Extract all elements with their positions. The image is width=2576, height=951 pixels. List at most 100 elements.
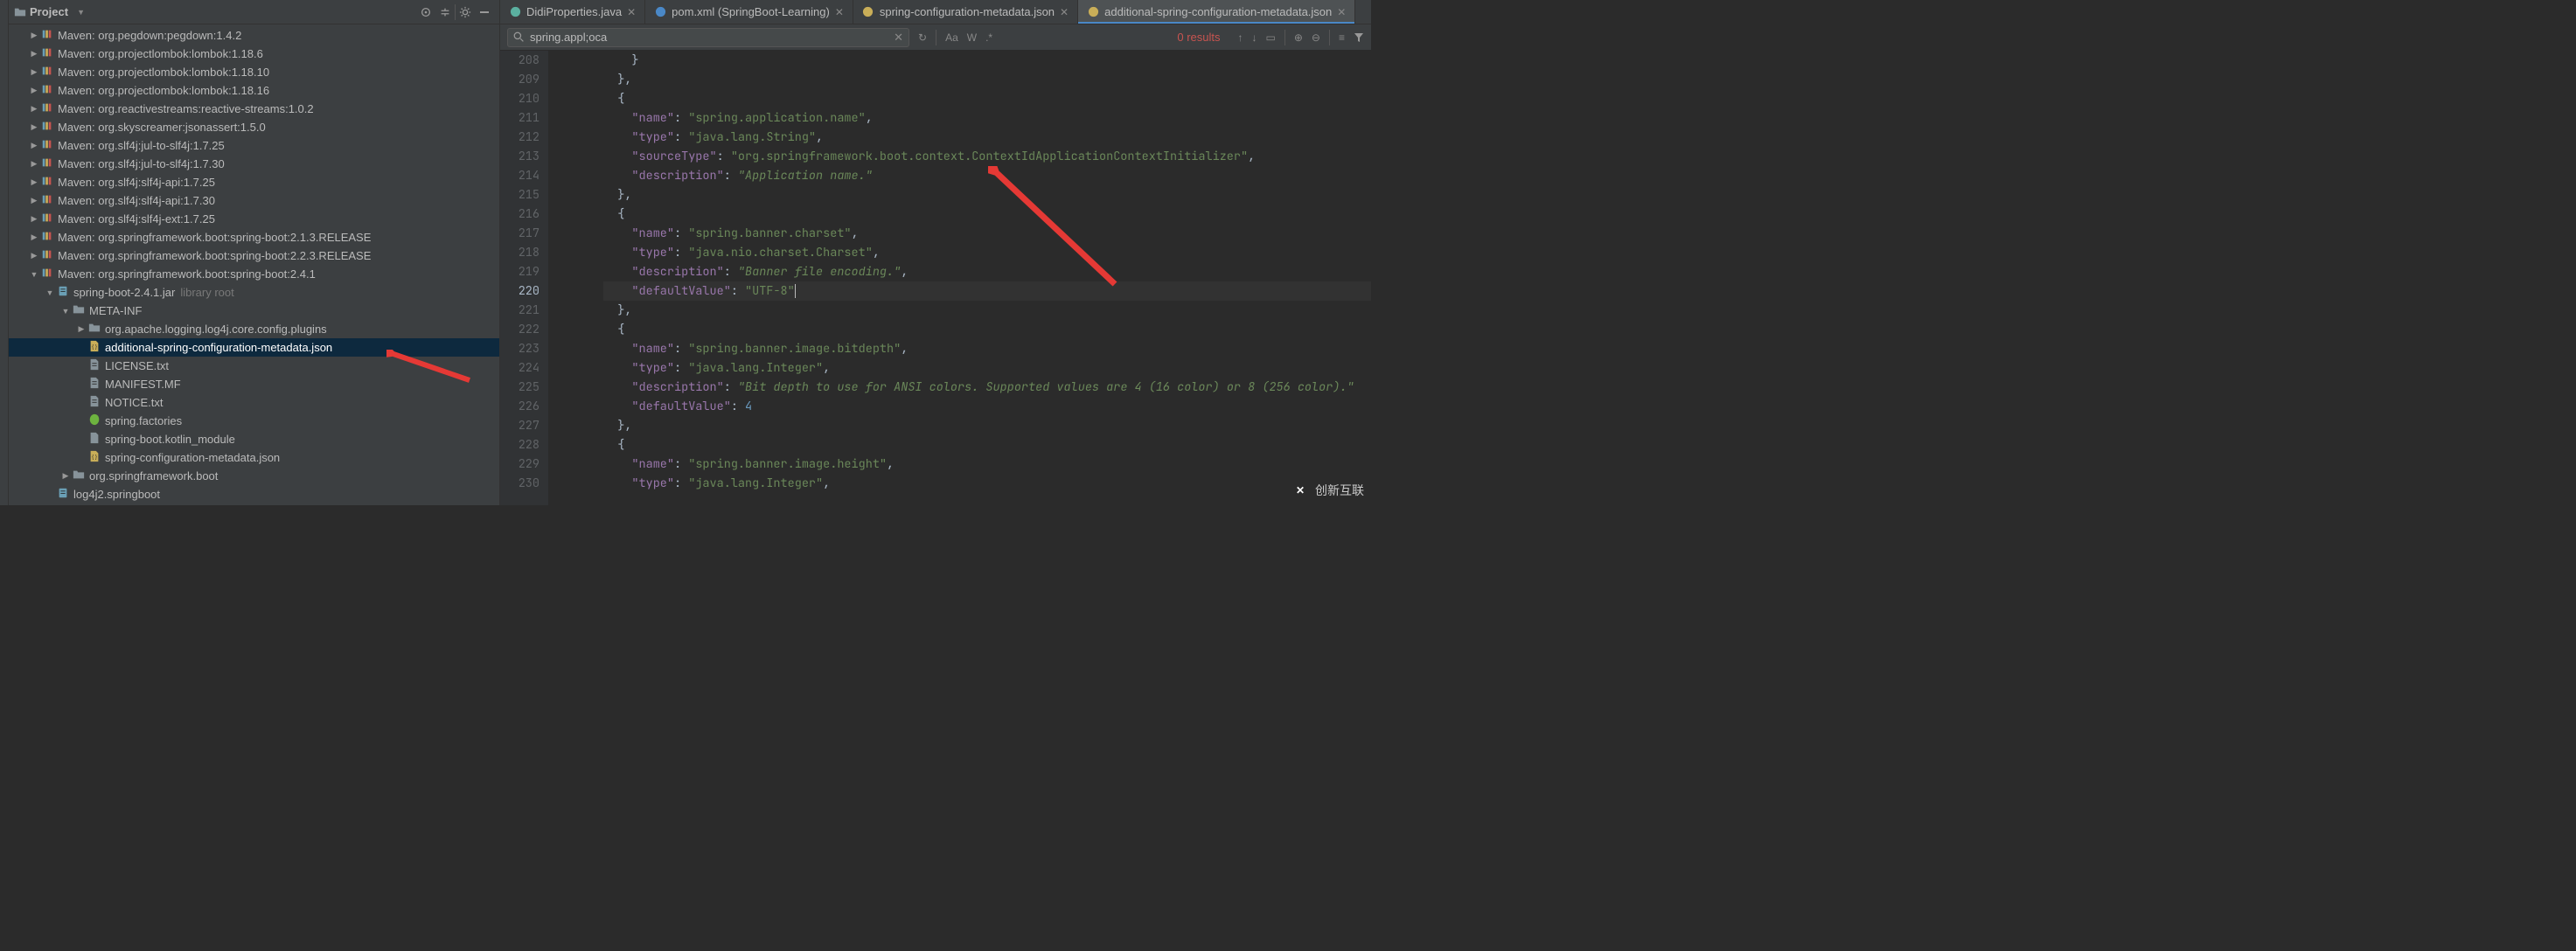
tree-item[interactable]: ▶Maven: org.pegdown:pegdown:1.4.2 xyxy=(9,26,499,45)
code-line[interactable]: }, xyxy=(603,416,1371,435)
tree-item[interactable]: spring.factories xyxy=(9,412,499,430)
close-tab-icon[interactable]: ✕ xyxy=(627,6,636,18)
code-line[interactable]: "type": "java.lang.Integer", xyxy=(603,358,1371,378)
expand-arrow-icon[interactable]: ▶ xyxy=(28,49,40,59)
tree-item[interactable]: ▶Maven: org.reactivestreams:reactive-str… xyxy=(9,100,499,118)
tree-item[interactable]: ▶Maven: org.slf4j:slf4j-api:1.7.25 xyxy=(9,173,499,191)
next-match-icon[interactable]: ↓ xyxy=(1252,31,1257,44)
tree-label: Maven: org.slf4j:jul-to-slf4j:1.7.25 xyxy=(58,139,225,152)
filter-icon[interactable] xyxy=(1354,32,1364,43)
tree-item[interactable]: ▶ Maven: org.slf4j:jul-to-slf4j:1.7.25 xyxy=(9,136,499,155)
tree-item[interactable]: ▶Maven: org.slf4j:slf4j-ext:1.7.25 xyxy=(9,210,499,228)
close-tab-icon[interactable]: ✕ xyxy=(1060,6,1069,18)
tree-item[interactable]: ▶org.apache.logging.log4j.core.config.pl… xyxy=(9,320,499,338)
expand-arrow-icon[interactable]: ▶ xyxy=(28,67,40,77)
tree-item[interactable]: ▶Maven: org.slf4j:slf4j-api:1.7.30 xyxy=(9,191,499,210)
code-line[interactable]: }, xyxy=(603,70,1371,89)
expand-arrow-icon[interactable]: ▶ xyxy=(28,159,40,169)
find-input[interactable] xyxy=(530,31,888,44)
code-line[interactable]: { xyxy=(603,320,1371,339)
editor-tab[interactable]: DidiProperties.java✕ xyxy=(500,0,645,24)
search-history-icon[interactable]: ↻ xyxy=(918,31,927,44)
code-line[interactable]: { xyxy=(603,89,1371,108)
code-line[interactable]: "defaultValue": "UTF-8" xyxy=(603,281,1371,301)
code-line[interactable]: { xyxy=(603,205,1371,224)
remove-selection-icon[interactable]: ⊖ xyxy=(1312,31,1320,44)
tree-item[interactable]: log4j2.springboot xyxy=(9,485,499,503)
expand-arrow-icon[interactable]: ▶ xyxy=(28,122,40,132)
tree-item[interactable]: ▶Maven: org.slf4j:jul-to-slf4j:1.7.30 xyxy=(9,155,499,173)
select-all-icon[interactable]: ▭ xyxy=(1266,31,1276,44)
expand-arrow-icon[interactable]: ▶ xyxy=(59,471,72,481)
close-tab-icon[interactable]: ✕ xyxy=(1337,6,1346,18)
hide-icon[interactable] xyxy=(475,3,494,22)
close-tab-icon[interactable]: ✕ xyxy=(835,6,844,18)
code-line[interactable]: "type": "java.nio.charset.Charset", xyxy=(603,243,1371,262)
code-line[interactable]: "sourceType": "org.springframework.boot.… xyxy=(603,147,1371,166)
svg-text:{ }: { } xyxy=(92,344,97,351)
code-line[interactable]: "description": "Application name." xyxy=(603,166,1371,185)
find-input-wrap[interactable]: ✕ xyxy=(507,28,909,47)
expand-arrow-icon[interactable]: ▶ xyxy=(28,31,40,40)
project-view-selector[interactable]: Project ▼ xyxy=(14,5,85,18)
code-line[interactable]: "description": "Banner file encoding.", xyxy=(603,262,1371,281)
tree-item[interactable]: ▶Maven: org.projectlombok:lombok:1.18.10 xyxy=(9,63,499,81)
words-toggle[interactable]: W xyxy=(967,31,977,44)
code-line[interactable]: "name": "spring.application.name", xyxy=(603,108,1371,128)
code-line[interactable]: "name": "spring.banner.charset", xyxy=(603,224,1371,243)
tree-item[interactable]: ▶Maven: org.skyscreamer:jsonassert:1.5.0 xyxy=(9,118,499,136)
expand-arrow-icon[interactable]: ▶ xyxy=(28,233,40,242)
match-case-toggle[interactable]: Aa xyxy=(945,31,958,44)
tree-item[interactable]: MANIFEST.MF xyxy=(9,375,499,393)
code-line[interactable]: "description": "Bit depth to use for ANS… xyxy=(603,378,1371,397)
expand-arrow-icon[interactable]: ▶ xyxy=(28,104,40,114)
locate-icon[interactable] xyxy=(416,3,435,22)
tree-item[interactable]: { }additional-spring-configuration-metad… xyxy=(9,338,499,357)
collapse-all-icon[interactable] xyxy=(435,3,455,22)
tree-item[interactable]: ▶org.springframework.boot xyxy=(9,467,499,485)
editor-tab[interactable]: additional-spring-configuration-metadata… xyxy=(1078,0,1355,24)
project-tree[interactable]: ▶Maven: org.pegdown:pegdown:1.4.2▶Maven:… xyxy=(9,24,499,505)
tree-item[interactable]: ▼META-INF xyxy=(9,302,499,320)
clear-search-icon[interactable]: ✕ xyxy=(894,31,903,45)
code-editor[interactable]: 2082092102112122132142152162172182192202… xyxy=(500,51,1371,505)
tree-item[interactable]: LICENSE.txt xyxy=(9,357,499,375)
code-line[interactable]: } xyxy=(603,51,1371,70)
tree-item[interactable]: spring-boot.kotlin_module xyxy=(9,430,499,448)
code-line[interactable]: "type": "java.lang.Integer", xyxy=(603,474,1371,493)
tree-item[interactable]: ▼Maven: org.springframework.boot:spring-… xyxy=(9,265,499,283)
code-content[interactable]: } }, { "name": "spring.application.name"… xyxy=(549,51,1371,505)
expand-arrow-icon[interactable]: ▼ xyxy=(59,307,72,316)
tree-item[interactable]: ▼spring-boot-2.4.1.jarlibrary root xyxy=(9,283,499,302)
tool-window-stripe[interactable] xyxy=(0,0,9,505)
code-line[interactable]: }, xyxy=(603,301,1371,320)
editor-tab[interactable]: pom.xml (SpringBoot-Learning)✕ xyxy=(645,0,853,24)
expand-arrow-icon[interactable]: ▶ xyxy=(28,196,40,205)
expand-arrow-icon[interactable]: ▶ xyxy=(28,251,40,260)
code-line[interactable]: { xyxy=(603,435,1371,455)
tree-item[interactable]: NOTICE.txt xyxy=(9,393,499,412)
tree-item[interactable]: ▶Maven: org.springframework.boot:spring-… xyxy=(9,228,499,246)
expand-arrow-icon[interactable]: ▶ xyxy=(28,214,40,224)
code-line[interactable]: "name": "spring.banner.image.bitdepth", xyxy=(603,339,1371,358)
expand-arrow-icon[interactable]: ▶ xyxy=(28,86,40,95)
prev-match-icon[interactable]: ↑ xyxy=(1238,31,1243,44)
editor-tab[interactable]: spring-configuration-metadata.json✕ xyxy=(853,0,1078,24)
tree-item[interactable]: ▶Maven: org.projectlombok:lombok:1.18.16 xyxy=(9,81,499,100)
tree-item[interactable]: { }spring-configuration-metadata.json xyxy=(9,448,499,467)
gear-icon[interactable] xyxy=(456,3,475,22)
expand-arrow-icon[interactable]: ▶ xyxy=(75,324,87,334)
tree-item[interactable]: ▶Maven: org.projectlombok:lombok:1.18.6 xyxy=(9,45,499,63)
code-line[interactable]: }, xyxy=(603,185,1371,205)
regex-toggle[interactable]: .* xyxy=(985,31,992,44)
code-line[interactable]: "name": "spring.banner.image.height", xyxy=(603,455,1371,474)
expand-arrow-icon[interactable]: ▼ xyxy=(28,270,40,279)
expand-arrow-icon[interactable]: ▶ xyxy=(28,141,40,150)
code-line[interactable]: "defaultValue": 4 xyxy=(603,397,1371,416)
tree-item[interactable]: ▶Maven: org.springframework.boot:spring-… xyxy=(9,246,499,265)
expand-arrow-icon[interactable]: ▼ xyxy=(44,288,56,297)
add-selection-icon[interactable]: ⊕ xyxy=(1294,31,1303,44)
expand-arrow-icon[interactable]: ▶ xyxy=(28,177,40,187)
filter-settings-icon[interactable]: ≡ xyxy=(1339,31,1345,44)
code-line[interactable]: "type": "java.lang.String", xyxy=(603,128,1371,147)
